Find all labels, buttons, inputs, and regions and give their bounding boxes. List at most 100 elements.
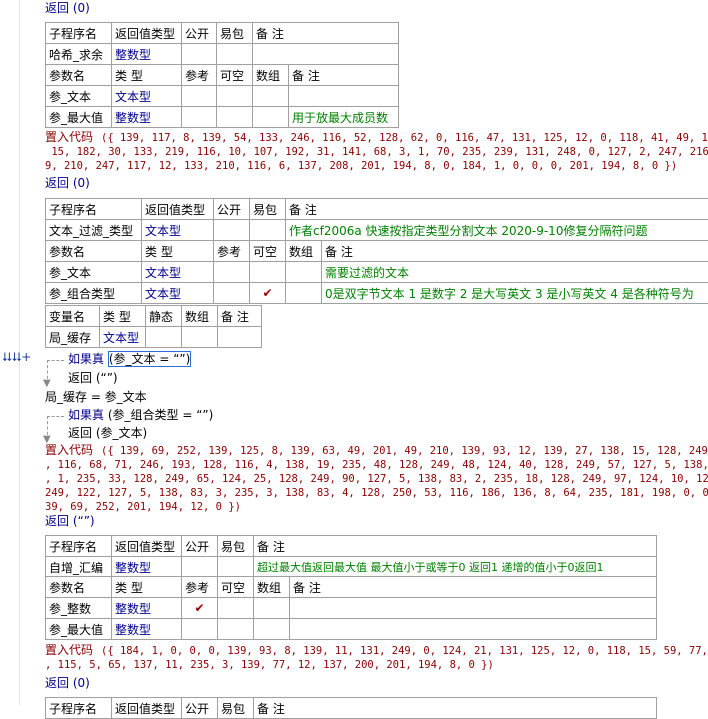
param-type-cell[interactable]: 文本型 <box>142 262 214 283</box>
code-label[interactable]: 置入代码 <box>45 441 93 458</box>
param-name-cell[interactable]: 参_整数 <box>46 598 112 619</box>
col-array: 数组 <box>182 306 218 327</box>
code-line[interactable]: , 1, 235, 33, 128, 249, 65, 124, 25, 128… <box>45 472 708 486</box>
code-line[interactable]: 249, 122, 127, 5, 138, 83, 3, 235, 3, 13… <box>45 486 708 500</box>
array-cell[interactable] <box>253 107 289 128</box>
param-name-cell[interactable]: 参_组合类型 <box>46 283 142 304</box>
return-type-cell[interactable]: 文本型 <box>142 220 214 241</box>
col-note: 备 注 <box>290 577 657 598</box>
condition-1[interactable]: (参_文本 = “”) <box>108 351 191 367</box>
col-public: 公开 <box>182 23 217 44</box>
nullable-check[interactable] <box>250 262 286 283</box>
nullable-cell[interactable] <box>217 107 253 128</box>
flow-line <box>47 416 64 417</box>
param-note-cell[interactable]: 需要过滤的文本 <box>322 262 708 283</box>
param-name-cell[interactable]: 参_文本 <box>46 262 142 283</box>
condition-2[interactable]: (参_组合类型 = “”) <box>108 408 213 422</box>
param-table-1: 参数名 类 型 参考 可空 数组 备 注 参_文本 文本型 参_最大值 整数型 … <box>45 64 399 128</box>
collapse-toggle-icon[interactable]: ⮇⮇+ <box>2 350 31 365</box>
if-statement-1[interactable]: 如果真 (参_文本 = “”) <box>68 350 191 367</box>
sub-name-cell[interactable]: 哈希_求余 <box>46 44 112 65</box>
return-statement[interactable]: 返回 (0) <box>45 674 90 691</box>
public-cell[interactable] <box>182 557 218 578</box>
col-nullable: 可空 <box>217 65 253 86</box>
sub-name-cell[interactable]: 自增_汇编 <box>46 557 112 578</box>
easy-pkg-cell[interactable] <box>218 557 254 578</box>
sub-header-table-4: 子程序名 返回值类型 公开 易包 备 注 <box>45 697 657 719</box>
ref-cell[interactable] <box>182 619 218 640</box>
col-static: 静态 <box>146 306 182 327</box>
param-note-cell[interactable] <box>289 86 399 107</box>
array-cell[interactable] <box>254 619 290 640</box>
return-statement[interactable]: 返回 (“”) <box>45 512 95 529</box>
return-statement[interactable]: 返回 (0) <box>45 174 90 191</box>
return-statement[interactable]: 返回 (0) <box>45 0 90 16</box>
easy-pkg-cell[interactable] <box>217 44 253 65</box>
nullable-cell[interactable] <box>218 619 254 640</box>
param-type-cell[interactable]: 整数型 <box>112 598 182 619</box>
nullable-check-icon[interactable]: ✔ <box>250 283 286 304</box>
public-cell[interactable] <box>214 220 250 241</box>
note-cell[interactable] <box>218 327 262 348</box>
code-line[interactable]: ({ 139, 117, 8, 139, 54, 133, 246, 116, … <box>101 131 708 145</box>
code-line[interactable]: , 116, 68, 71, 246, 193, 128, 116, 4, 13… <box>45 458 708 472</box>
assign-statement[interactable]: 局_缓存 = 参_文本 <box>45 388 147 405</box>
col-sub-name: 子程序名 <box>46 536 112 557</box>
array-cell[interactable] <box>286 262 322 283</box>
param-type-cell[interactable]: 整数型 <box>112 107 182 128</box>
note-cell[interactable]: 作者cf2006a 快速按指定类型分割文本 2020-9-10修复分隔符问题 <box>286 220 708 241</box>
col-public: 公开 <box>214 199 250 220</box>
col-easy-pkg: 易包 <box>218 698 254 719</box>
ref-check-icon[interactable]: ✔ <box>182 598 218 619</box>
array-cell[interactable] <box>254 598 290 619</box>
ref-cell[interactable] <box>182 107 217 128</box>
nullable-cell[interactable] <box>218 598 254 619</box>
param-note-cell[interactable]: 用于放最大成员数 <box>289 107 399 128</box>
note-cell[interactable]: 超过最大值返回最大值 最大值小于或等于0 返回1 递增的值小于0返回1 <box>254 557 657 578</box>
return-statement[interactable]: 返回 (参_文本) <box>68 424 147 441</box>
array-cell[interactable] <box>286 283 322 304</box>
if-statement-2[interactable]: 如果真 (参_组合类型 = “”) <box>68 406 213 423</box>
col-sub-name: 子程序名 <box>46 199 142 220</box>
col-nullable: 可空 <box>250 241 286 262</box>
param-note-cell[interactable] <box>290 598 657 619</box>
var-type-cell[interactable]: 文本型 <box>100 327 146 348</box>
col-type: 类 型 <box>112 577 182 598</box>
code-label[interactable]: 置入代码 <box>45 128 93 145</box>
ref-cell[interactable] <box>214 283 250 304</box>
array-cell[interactable] <box>182 327 218 348</box>
param-type-cell[interactable]: 文本型 <box>112 86 182 107</box>
note-cell[interactable] <box>253 44 399 65</box>
param-type-cell[interactable]: 文本型 <box>142 283 214 304</box>
ref-cell[interactable] <box>214 262 250 283</box>
col-type: 类 型 <box>142 241 214 262</box>
return-statement[interactable]: 返回 (“”) <box>68 369 118 386</box>
code-line[interactable]: , 115, 5, 65, 137, 11, 235, 3, 139, 77, … <box>45 658 494 672</box>
param-note-cell[interactable] <box>290 619 657 640</box>
sub-header-table-2: 子程序名 返回值类型 公开 易包 备 注 文本_过滤_类型 文本型 作者cf20… <box>45 198 708 241</box>
array-cell[interactable] <box>253 86 289 107</box>
col-note: 备 注 <box>289 65 399 86</box>
return-type-cell[interactable]: 整数型 <box>112 557 182 578</box>
code-line[interactable]: 15, 182, 30, 133, 219, 116, 10, 107, 192… <box>45 145 708 159</box>
param-type-cell[interactable]: 整数型 <box>112 619 182 640</box>
param-name-cell[interactable]: 参_最大值 <box>46 107 112 128</box>
col-note: 备 注 <box>322 241 708 262</box>
return-type-cell[interactable]: 整数型 <box>112 44 182 65</box>
sub-name-cell[interactable]: 文本_过滤_类型 <box>46 220 142 241</box>
nullable-cell[interactable] <box>217 86 253 107</box>
var-name-cell[interactable]: 局_缓存 <box>46 327 100 348</box>
static-cell[interactable] <box>146 327 182 348</box>
param-name-cell[interactable]: 参_文本 <box>46 86 112 107</box>
ref-cell[interactable] <box>182 86 217 107</box>
col-easy-pkg: 易包 <box>250 199 286 220</box>
code-label[interactable]: 置入代码 <box>45 641 93 658</box>
col-easy-pkg: 易包 <box>217 23 253 44</box>
public-cell[interactable] <box>182 44 217 65</box>
param-name-cell[interactable]: 参_最大值 <box>46 619 112 640</box>
easy-pkg-cell[interactable] <box>250 220 286 241</box>
code-line[interactable]: ({ 184, 1, 0, 0, 0, 139, 93, 8, 139, 11,… <box>101 644 708 658</box>
param-note-cell[interactable]: 0是双字节文本 1 是数字 2 是大写英文 3 是小写英文 4 是各种符号为 <box>322 283 708 304</box>
code-line[interactable]: ({ 139, 69, 252, 139, 125, 8, 139, 63, 4… <box>101 444 708 458</box>
code-line[interactable]: 9, 210, 247, 117, 12, 133, 210, 116, 6, … <box>45 159 677 173</box>
